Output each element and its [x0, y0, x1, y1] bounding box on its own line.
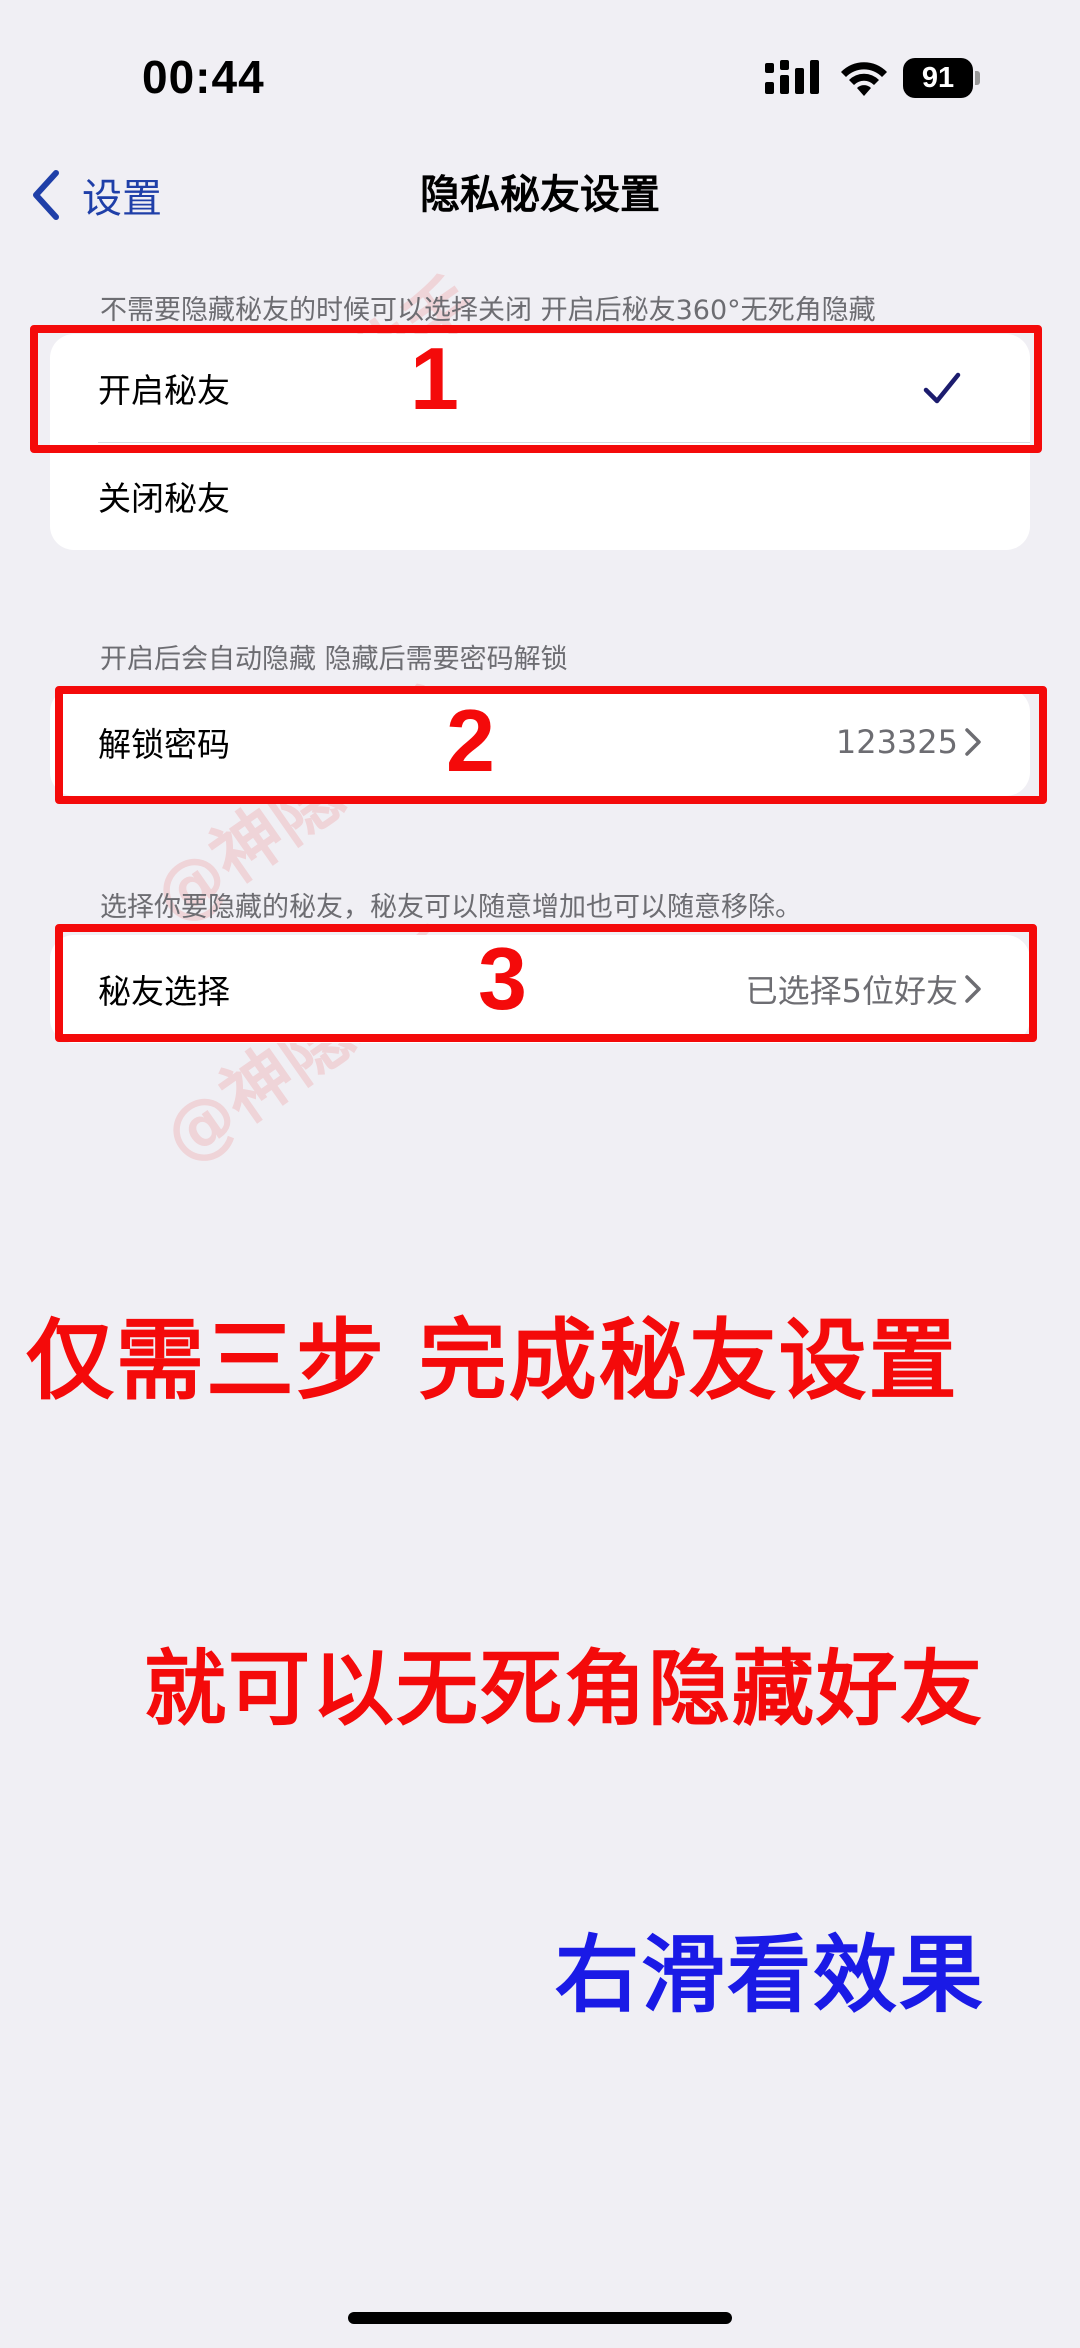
section-note-toggle: 不需要隐藏秘友的时候可以选择关闭 开启后秘友360°无死角隐藏	[100, 295, 876, 326]
caption-swipe: 右滑看效果	[555, 1926, 986, 2024]
friend-select-row[interactable]: 秘友选择 已选择5位好友	[50, 935, 1030, 1043]
wifi-icon	[841, 62, 887, 96]
battery-cap	[975, 71, 980, 85]
signal-icon	[765, 60, 819, 94]
section-note-password: 开启后会自动隐藏 隐藏后需要密码解锁	[100, 644, 568, 675]
friends-group: 秘友选择 已选择5位好友	[50, 935, 1030, 1043]
friend-select-label: 秘友选择	[98, 972, 230, 1011]
page-title: 隐私秘友设置	[420, 172, 660, 218]
option-enable[interactable]: 开启秘友	[50, 334, 1030, 442]
home-indicator[interactable]	[348, 2312, 732, 2324]
unlock-password-row[interactable]: 解锁密码 123325	[50, 688, 1030, 796]
password-group: 解锁密码 123325	[50, 688, 1030, 796]
caption-steps: 仅需三步 完成秘友设置	[26, 1309, 959, 1412]
toggle-group: 开启秘友 关闭秘友	[50, 334, 1030, 550]
battery-level: 91	[903, 58, 973, 98]
option-disable[interactable]: 关闭秘友	[50, 442, 1030, 550]
chevron-right-icon	[965, 975, 981, 1003]
option-enable-label: 开启秘友	[98, 371, 230, 410]
unlock-password-value: 123325	[835, 723, 958, 761]
friend-select-value: 已选择5位好友	[745, 972, 958, 1010]
caption-hide: 就可以无死角隐藏好友	[144, 1642, 985, 1737]
chevron-right-icon	[965, 728, 981, 756]
status-time: 00:44	[142, 51, 265, 103]
status-bar: 00:44 91	[0, 0, 1080, 150]
unlock-password-label: 解锁密码	[98, 725, 230, 764]
option-disable-label: 关闭秘友	[98, 479, 230, 518]
section-note-friends: 选择你要隐藏的秘友，秘友可以随意增加也可以随意移除。	[100, 892, 802, 923]
checkmark-icon	[923, 372, 961, 404]
battery-icon: 91	[903, 58, 981, 98]
